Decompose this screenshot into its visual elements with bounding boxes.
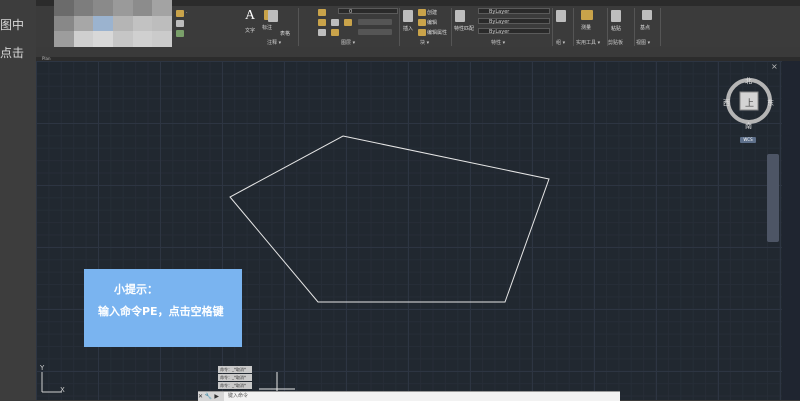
viewcube-south[interactable]: 南 (745, 121, 752, 131)
ucs-x-label: X (60, 386, 65, 394)
ucs-y-label: Y (40, 364, 45, 372)
command-history-line: 命令：_*取消* (218, 382, 252, 389)
viewcube-north[interactable]: 北 (745, 76, 752, 86)
wcs-menu[interactable]: WCS (740, 137, 756, 143)
viewcube-east[interactable]: 东 (767, 98, 774, 108)
tip-box: 小提示： 输入命令PE，点击空格键 (84, 269, 242, 347)
pentagon-polyline (229, 135, 550, 303)
navigation-bar[interactable] (767, 154, 779, 242)
command-history-line: 命令：_*取消* (218, 366, 252, 373)
viewcube-west[interactable]: 西 (723, 98, 730, 108)
viewcube-top[interactable]: 上 (745, 96, 754, 109)
close-icon[interactable]: × (771, 62, 778, 71)
command-history-line: 命令：_*取消* (218, 374, 252, 381)
tip-body: 输入命令PE，点击空格键 (98, 305, 224, 318)
tip-title: 小提示： (114, 283, 158, 296)
